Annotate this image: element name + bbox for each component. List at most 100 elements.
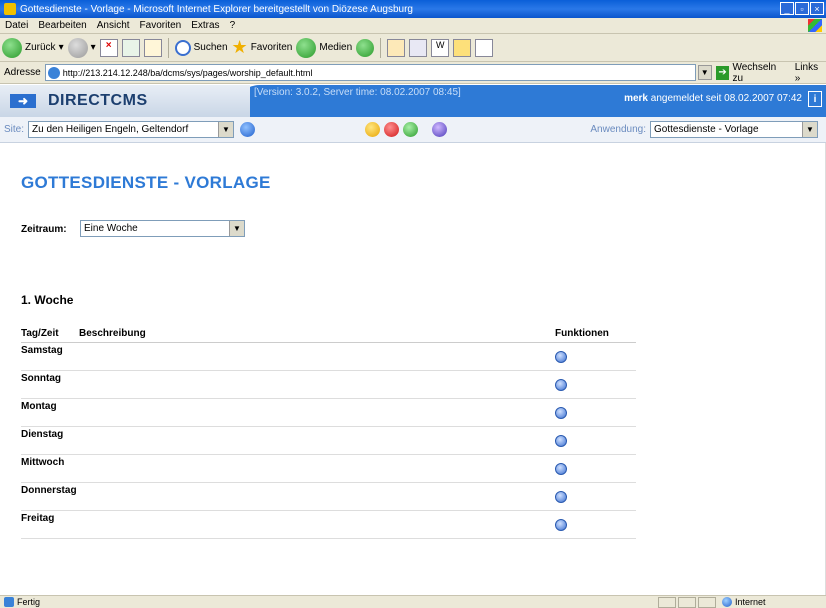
application-dropdown-icon[interactable]: ▼ — [802, 122, 817, 137]
favorites-label: Favoriten — [250, 42, 293, 53]
address-url: http://213.214.12.248/ba/dcms/sys/pages/… — [62, 67, 313, 78]
back-label: Zurück — [25, 42, 56, 53]
zeitraum-dropdown-icon[interactable]: ▼ — [229, 221, 244, 236]
menu-favoriten[interactable]: Favoriten — [135, 20, 187, 31]
status-cell — [658, 596, 676, 608]
menu-bar: Datei Bearbeiten Ansicht Favoriten Extra… — [0, 18, 826, 34]
folder-icon[interactable] — [453, 38, 472, 57]
back-button[interactable]: Zurück ▾ — [2, 37, 64, 58]
menu-bearbeiten[interactable]: Bearbeiten — [33, 20, 91, 31]
day-label: Sonntag — [21, 373, 61, 384]
zeitraum-label: Zeitraum: — [21, 224, 67, 235]
table-row: Samstag — [21, 343, 636, 371]
site-select[interactable]: Zu den Heiligen Engeln, Geltendorf ▼ — [28, 121, 235, 138]
status-cell — [698, 596, 716, 608]
page-icon — [47, 66, 60, 79]
address-dropdown-icon[interactable]: ▼ — [697, 65, 712, 80]
page-title: GOTTESDIENSTE - VORLAGE — [21, 173, 271, 192]
add-entry-icon[interactable] — [555, 519, 567, 531]
go-button[interactable]: ➔ Wechseln zu — [715, 62, 789, 84]
menu-datei[interactable]: Datei — [0, 20, 33, 31]
login-info: angemeldet seit 08.02.2007 07:42 — [650, 93, 802, 104]
close-button[interactable]: × — [810, 2, 824, 15]
help-icon[interactable] — [403, 122, 419, 137]
search-icon — [174, 39, 191, 56]
back-nav-icon[interactable] — [365, 122, 381, 137]
refresh-icon[interactable] — [121, 38, 140, 57]
address-bar: Adresse http://213.214.12.248/ba/dcms/sy… — [0, 62, 826, 84]
table-row: Freitag — [21, 511, 636, 539]
print-icon[interactable] — [409, 38, 428, 57]
mail-icon[interactable] — [387, 38, 406, 57]
application-select[interactable]: Gottesdienste - Vorlage ▼ — [650, 121, 818, 138]
zeitraum-select-value: Eine Woche — [84, 223, 138, 234]
window-controls: _ ▫ × — [780, 2, 824, 15]
cms-logo: ➜ DIRECTCMS — [0, 85, 250, 117]
add-entry-icon[interactable] — [555, 407, 567, 419]
table-header: Tag/Zeit Beschreibung Funktionen — [21, 328, 636, 343]
site-dropdown-icon[interactable]: ▼ — [218, 122, 234, 137]
stop-icon[interactable]: × — [99, 38, 118, 57]
menu-extras[interactable]: Extras — [186, 20, 224, 31]
settings-icon[interactable] — [432, 122, 448, 137]
login-status: merk angemeldet seit 08.02.2007 07:42 — [624, 93, 802, 104]
day-label: Donnerstag — [21, 485, 77, 496]
maximize-button[interactable]: ▫ — [795, 2, 809, 15]
site-bar: Site: Zu den Heiligen Engeln, Geltendorf… — [0, 117, 826, 143]
back-dropdown-icon[interactable]: ▾ — [59, 42, 64, 53]
zeitraum-select[interactable]: Eine Woche ▼ — [80, 220, 245, 237]
address-input[interactable]: http://213.214.12.248/ba/dcms/sys/pages/… — [44, 64, 696, 81]
application-select-value: Gottesdienste - Vorlage — [654, 124, 759, 135]
day-label: Freitag — [21, 513, 55, 524]
media-button[interactable]: Medien — [296, 37, 353, 58]
info-icon[interactable]: i — [808, 91, 822, 107]
edit-word-icon[interactable]: W — [431, 38, 450, 57]
minimize-button[interactable]: _ — [780, 2, 794, 15]
add-entry-icon[interactable] — [555, 435, 567, 447]
column-header-tag-zeit: Tag/Zeit — [21, 328, 59, 339]
zone-label: Internet — [735, 597, 766, 607]
status-text: Fertig — [17, 597, 41, 607]
application-label: Anwendung: — [590, 124, 646, 135]
page-content: GOTTESDIENSTE - VORLAGE Zeitraum: Eine W… — [0, 143, 826, 595]
home-icon[interactable] — [143, 38, 162, 57]
links-button[interactable]: Links » — [795, 62, 826, 84]
day-label: Montag — [21, 401, 57, 412]
column-header-beschreibung: Beschreibung — [79, 328, 146, 339]
add-entry-icon[interactable] — [555, 463, 567, 475]
favorites-button[interactable]: ★ Favoriten — [232, 37, 293, 58]
user-name: merk — [624, 93, 648, 104]
links-more-icon: » — [794, 72, 801, 84]
window-title: Gottesdienste - Vorlage - Microsoft Inte… — [20, 3, 413, 15]
cancel-icon[interactable] — [384, 122, 400, 137]
week-title: 1. Woche — [21, 293, 74, 307]
site-label: Site: — [4, 124, 25, 135]
forward-button[interactable]: ▾ — [67, 37, 96, 58]
status-cells — [658, 596, 716, 608]
table-row: Donnerstag — [21, 483, 636, 511]
server-version: [Version: 3.0.2, Server time: 08.02.2007… — [254, 87, 461, 98]
site-go-icon[interactable] — [240, 122, 256, 137]
back-arrow-icon — [2, 37, 22, 58]
add-entry-icon[interactable] — [555, 491, 567, 503]
site-select-value: Zu den Heiligen Engeln, Geltendorf — [32, 124, 189, 135]
messenger-icon[interactable] — [475, 38, 494, 57]
add-entry-icon[interactable] — [555, 379, 567, 391]
forward-arrow-icon — [67, 37, 88, 58]
table-row: Mittwoch — [21, 455, 636, 483]
cms-header: ➜ DIRECTCMS [Version: 3.0.2, Server time… — [0, 85, 826, 117]
history-icon[interactable] — [356, 38, 375, 57]
media-label: Medien — [319, 42, 353, 53]
day-label: Samstag — [21, 345, 63, 356]
favorites-star-icon: ★ — [231, 37, 248, 57]
forward-dropdown-icon[interactable]: ▾ — [91, 42, 96, 53]
menu-help[interactable]: ? — [225, 20, 241, 31]
add-entry-icon[interactable] — [555, 351, 567, 363]
column-header-funktionen: Funktionen — [555, 328, 609, 339]
search-button[interactable]: Suchen — [174, 39, 228, 56]
page-status-icon — [4, 597, 14, 607]
windows-logo-icon — [808, 19, 822, 32]
go-arrow-icon: ➔ — [715, 65, 730, 80]
ie-icon — [4, 3, 16, 15]
menu-ansicht[interactable]: Ansicht — [92, 20, 135, 31]
